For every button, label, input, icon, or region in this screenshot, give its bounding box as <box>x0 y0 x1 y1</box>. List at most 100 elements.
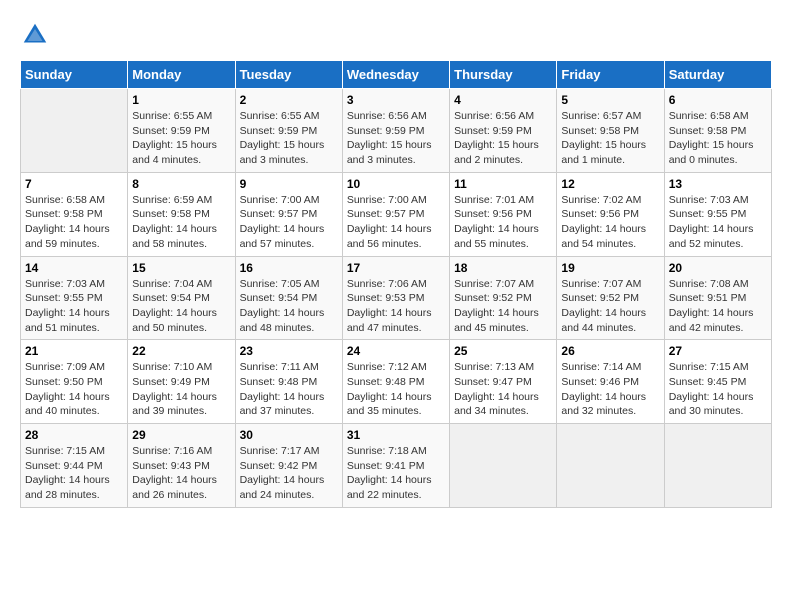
day-cell: 4 Sunrise: 6:56 AM Sunset: 9:59 PM Daylig… <box>450 89 557 173</box>
day-cell: 26 Sunrise: 7:14 AM Sunset: 9:46 PM Dayli… <box>557 340 664 424</box>
day-info: Sunrise: 6:55 AM Sunset: 9:59 PM Dayligh… <box>132 109 230 168</box>
day-cell: 16 Sunrise: 7:05 AM Sunset: 9:54 PM Dayli… <box>235 256 342 340</box>
day-info: Sunrise: 7:02 AM Sunset: 9:56 PM Dayligh… <box>561 193 659 252</box>
day-info: Sunrise: 7:08 AM Sunset: 9:51 PM Dayligh… <box>669 277 767 336</box>
day-cell: 11 Sunrise: 7:01 AM Sunset: 9:56 PM Dayli… <box>450 172 557 256</box>
week-row-3: 14Sunrise: 7:03 AM Sunset: 9:55 PM Dayli… <box>21 256 772 340</box>
day-info: Sunrise: 7:06 AM Sunset: 9:53 PM Dayligh… <box>347 277 445 336</box>
day-info: Sunrise: 6:56 AM Sunset: 9:59 PM Dayligh… <box>347 109 445 168</box>
day-cell: 31 Sunrise: 7:18 AM Sunset: 9:41 PM Dayli… <box>342 424 449 508</box>
day-number: 1 <box>132 93 230 107</box>
col-header-saturday: Saturday <box>664 61 771 89</box>
col-header-friday: Friday <box>557 61 664 89</box>
day-info: Sunrise: 7:07 AM Sunset: 9:52 PM Dayligh… <box>454 277 552 336</box>
logo-icon <box>20 20 50 50</box>
day-cell: 8Sunrise: 6:59 AM Sunset: 9:58 PM Daylig… <box>128 172 235 256</box>
day-info: Sunrise: 6:58 AM Sunset: 9:58 PM Dayligh… <box>669 109 767 168</box>
col-header-monday: Monday <box>128 61 235 89</box>
day-cell: 30 Sunrise: 7:17 AM Sunset: 9:42 PM Dayli… <box>235 424 342 508</box>
calendar-table: SundayMondayTuesdayWednesdayThursdayFrid… <box>20 60 772 508</box>
day-cell: 24 Sunrise: 7:12 AM Sunset: 9:48 PM Dayli… <box>342 340 449 424</box>
day-cell: 5Sunrise: 6:57 AM Sunset: 9:58 PM Daylig… <box>557 89 664 173</box>
day-info: Sunrise: 7:12 AM Sunset: 9:48 PM Dayligh… <box>347 360 445 419</box>
day-number: 12 <box>561 177 659 191</box>
col-header-sunday: Sunday <box>21 61 128 89</box>
day-number: 29 <box>132 428 230 442</box>
day-number: 22 <box>132 344 230 358</box>
day-cell: 17 Sunrise: 7:06 AM Sunset: 9:53 PM Dayli… <box>342 256 449 340</box>
day-info: Sunrise: 7:04 AM Sunset: 9:54 PM Dayligh… <box>132 277 230 336</box>
day-cell: 19 Sunrise: 7:07 AM Sunset: 9:52 PM Dayli… <box>557 256 664 340</box>
col-header-wednesday: Wednesday <box>342 61 449 89</box>
day-cell: 3 Sunrise: 6:56 AM Sunset: 9:59 PM Daylig… <box>342 89 449 173</box>
day-info: Sunrise: 7:00 AM Sunset: 9:57 PM Dayligh… <box>347 193 445 252</box>
week-row-1: 1 Sunrise: 6:55 AM Sunset: 9:59 PM Daylig… <box>21 89 772 173</box>
day-number: 10 <box>347 177 445 191</box>
day-cell: 6 Sunrise: 6:58 AM Sunset: 9:58 PM Daylig… <box>664 89 771 173</box>
day-number: 17 <box>347 261 445 275</box>
day-info: Sunrise: 7:11 AM Sunset: 9:48 PM Dayligh… <box>240 360 338 419</box>
day-cell: 29 Sunrise: 7:16 AM Sunset: 9:43 PM Dayli… <box>128 424 235 508</box>
day-info: Sunrise: 7:01 AM Sunset: 9:56 PM Dayligh… <box>454 193 552 252</box>
day-cell: 21Sunrise: 7:09 AM Sunset: 9:50 PM Dayli… <box>21 340 128 424</box>
day-number: 11 <box>454 177 552 191</box>
day-number: 13 <box>669 177 767 191</box>
day-number: 23 <box>240 344 338 358</box>
day-number: 26 <box>561 344 659 358</box>
day-cell: 15 Sunrise: 7:04 AM Sunset: 9:54 PM Dayli… <box>128 256 235 340</box>
day-cell: 20Sunrise: 7:08 AM Sunset: 9:51 PM Dayli… <box>664 256 771 340</box>
day-cell: 2 Sunrise: 6:55 AM Sunset: 9:59 PM Daylig… <box>235 89 342 173</box>
day-number: 15 <box>132 261 230 275</box>
header <box>20 20 772 50</box>
day-info: Sunrise: 7:05 AM Sunset: 9:54 PM Dayligh… <box>240 277 338 336</box>
day-cell: 14Sunrise: 7:03 AM Sunset: 9:55 PM Dayli… <box>21 256 128 340</box>
day-info: Sunrise: 6:56 AM Sunset: 9:59 PM Dayligh… <box>454 109 552 168</box>
day-cell: 7Sunrise: 6:58 AM Sunset: 9:58 PM Daylig… <box>21 172 128 256</box>
day-number: 3 <box>347 93 445 107</box>
week-row-2: 7Sunrise: 6:58 AM Sunset: 9:58 PM Daylig… <box>21 172 772 256</box>
day-cell: 18 Sunrise: 7:07 AM Sunset: 9:52 PM Dayli… <box>450 256 557 340</box>
day-cell <box>450 424 557 508</box>
day-cell: 13 Sunrise: 7:03 AM Sunset: 9:55 PM Dayli… <box>664 172 771 256</box>
day-cell <box>21 89 128 173</box>
day-number: 9 <box>240 177 338 191</box>
day-cell: 1 Sunrise: 6:55 AM Sunset: 9:59 PM Daylig… <box>128 89 235 173</box>
day-number: 21 <box>25 344 123 358</box>
day-info: Sunrise: 7:07 AM Sunset: 9:52 PM Dayligh… <box>561 277 659 336</box>
day-info: Sunrise: 7:16 AM Sunset: 9:43 PM Dayligh… <box>132 444 230 503</box>
day-info: Sunrise: 7:15 AM Sunset: 9:45 PM Dayligh… <box>669 360 767 419</box>
day-cell: 25 Sunrise: 7:13 AM Sunset: 9:47 PM Dayli… <box>450 340 557 424</box>
day-info: Sunrise: 7:13 AM Sunset: 9:47 PM Dayligh… <box>454 360 552 419</box>
day-info: Sunrise: 7:17 AM Sunset: 9:42 PM Dayligh… <box>240 444 338 503</box>
day-number: 30 <box>240 428 338 442</box>
day-info: Sunrise: 7:14 AM Sunset: 9:46 PM Dayligh… <box>561 360 659 419</box>
day-number: 16 <box>240 261 338 275</box>
day-number: 8 <box>132 177 230 191</box>
day-info: Sunrise: 7:10 AM Sunset: 9:49 PM Dayligh… <box>132 360 230 419</box>
day-number: 25 <box>454 344 552 358</box>
day-number: 24 <box>347 344 445 358</box>
day-number: 4 <box>454 93 552 107</box>
day-cell: 23 Sunrise: 7:11 AM Sunset: 9:48 PM Dayli… <box>235 340 342 424</box>
day-number: 5 <box>561 93 659 107</box>
col-header-thursday: Thursday <box>450 61 557 89</box>
logo <box>20 20 54 50</box>
day-info: Sunrise: 7:03 AM Sunset: 9:55 PM Dayligh… <box>669 193 767 252</box>
week-row-4: 21Sunrise: 7:09 AM Sunset: 9:50 PM Dayli… <box>21 340 772 424</box>
day-number: 27 <box>669 344 767 358</box>
day-cell <box>664 424 771 508</box>
day-cell: 10 Sunrise: 7:00 AM Sunset: 9:57 PM Dayli… <box>342 172 449 256</box>
day-number: 31 <box>347 428 445 442</box>
day-number: 19 <box>561 261 659 275</box>
day-number: 6 <box>669 93 767 107</box>
day-cell: 12 Sunrise: 7:02 AM Sunset: 9:56 PM Dayli… <box>557 172 664 256</box>
day-info: Sunrise: 6:55 AM Sunset: 9:59 PM Dayligh… <box>240 109 338 168</box>
header-row: SundayMondayTuesdayWednesdayThursdayFrid… <box>21 61 772 89</box>
day-info: Sunrise: 7:00 AM Sunset: 9:57 PM Dayligh… <box>240 193 338 252</box>
day-info: Sunrise: 7:18 AM Sunset: 9:41 PM Dayligh… <box>347 444 445 503</box>
day-cell: 28Sunrise: 7:15 AM Sunset: 9:44 PM Dayli… <box>21 424 128 508</box>
day-cell: 22 Sunrise: 7:10 AM Sunset: 9:49 PM Dayli… <box>128 340 235 424</box>
day-number: 18 <box>454 261 552 275</box>
day-number: 2 <box>240 93 338 107</box>
week-row-5: 28Sunrise: 7:15 AM Sunset: 9:44 PM Dayli… <box>21 424 772 508</box>
